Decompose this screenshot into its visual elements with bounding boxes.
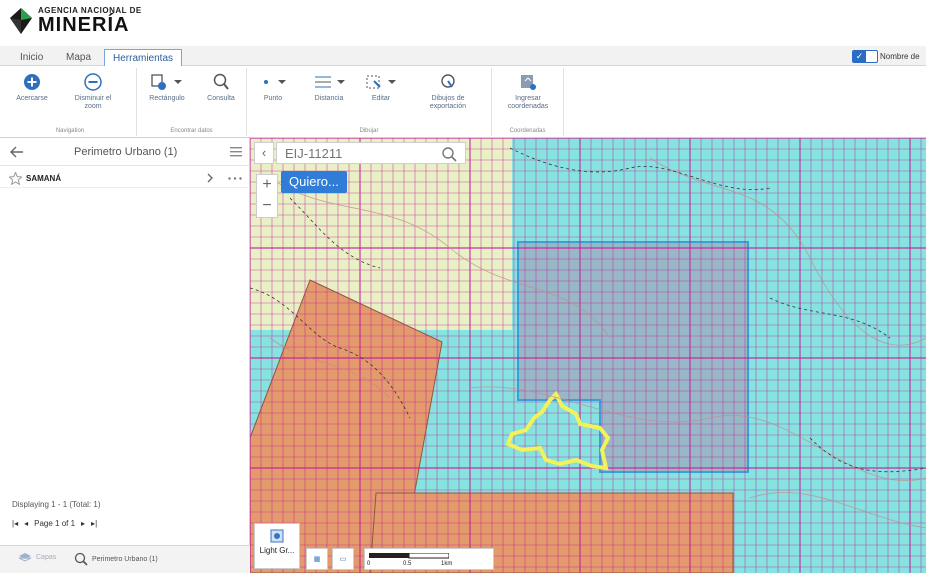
zoom-in-button[interactable]: Acercarse bbox=[10, 72, 54, 103]
distance-icon bbox=[315, 76, 345, 88]
tab-mapa[interactable]: Mapa bbox=[58, 49, 99, 66]
ribbon-group-label: Dibujar bbox=[359, 128, 379, 134]
display-count: Displaying 1 - 1 (Total: 1) bbox=[12, 500, 101, 509]
legend-button[interactable]: ▦ bbox=[306, 548, 328, 570]
ribbon-group-draw: Punto Distancia Editar Dibujos de export… bbox=[247, 68, 492, 136]
tab-capas[interactable]: Capas bbox=[18, 552, 56, 562]
logo-text-line2: MINERÍA bbox=[38, 14, 130, 36]
scale-label-0: 0 bbox=[367, 561, 371, 567]
check-icon: ✓ bbox=[853, 51, 866, 62]
result-item[interactable]: SAMANÁ bbox=[0, 168, 250, 188]
enter-coordinates-button[interactable]: Ingresar coordenadas bbox=[498, 72, 558, 111]
header: AGENCIA NACIONAL DE MINERÍA bbox=[0, 0, 926, 46]
results-panel: Perimetro Urbano (1) SAMANÁ Displaying 1… bbox=[0, 138, 250, 573]
tab-herramientas[interactable]: Herramientas bbox=[104, 49, 183, 66]
zoom-out-button[interactable]: Disminuir el zoom bbox=[66, 72, 120, 111]
labels-toggle[interactable]: ✓ bbox=[852, 50, 878, 63]
query-button[interactable]: Consulta bbox=[199, 72, 243, 103]
ribbon-group-navigation: Acercarse Disminuir el zoom Navigation bbox=[4, 68, 137, 136]
page-indicator: Page 1 of 1 bbox=[34, 518, 76, 528]
back-arrow-icon[interactable] bbox=[10, 146, 24, 158]
ribbon-group-coordinates: Ingresar coordenadas Coordenadas bbox=[492, 68, 564, 136]
result-item-name: SAMANÁ bbox=[26, 174, 62, 183]
last-page-button[interactable]: ▸| bbox=[91, 519, 97, 528]
zoom-out-icon bbox=[84, 73, 102, 91]
ribbon-group-label: Encontrar datos bbox=[170, 128, 213, 134]
measure-distance-button[interactable]: Distancia bbox=[303, 72, 355, 103]
labels-toggle-label: Nombre de bbox=[880, 52, 920, 61]
basemap-label: Light Gr... bbox=[259, 546, 295, 555]
map-zoom-controls: + − bbox=[256, 174, 278, 218]
main-tabs: Inicio Mapa Herramientas ✓ Nombre de bbox=[0, 46, 926, 66]
panel-bottom-tabs: Capas Perimetro Urbano (1) bbox=[0, 545, 250, 573]
point-icon bbox=[264, 80, 286, 84]
zoom-in-icon bbox=[24, 74, 40, 90]
rectangle-select-icon bbox=[151, 74, 182, 90]
overview-map-button[interactable]: ▭ bbox=[332, 548, 354, 570]
basemap-icon bbox=[270, 529, 284, 543]
results-panel-title: Perimetro Urbano (1) bbox=[74, 146, 178, 158]
map-search-input[interactable] bbox=[285, 145, 435, 161]
app-window: AGENCIA NACIONAL DE MINERÍA Inicio Mapa … bbox=[0, 0, 926, 573]
map-view[interactable]: ‹ + − Quiero... Light Gr... ▦ ▭ 0 0.5 1k… bbox=[250, 138, 926, 573]
parcel-yellow bbox=[250, 138, 512, 330]
collapse-panel-button[interactable]: ‹ bbox=[254, 142, 274, 164]
draw-point-button[interactable]: Punto bbox=[253, 72, 293, 103]
export-drawings-button[interactable]: Dibujos de exportación bbox=[419, 72, 477, 111]
tab-inicio[interactable]: Inicio bbox=[12, 49, 51, 66]
search-icon[interactable] bbox=[441, 146, 457, 162]
map-zoom-out-button[interactable]: − bbox=[257, 196, 277, 217]
more-options-icon[interactable] bbox=[228, 177, 242, 180]
query-icon bbox=[213, 73, 229, 90]
map-canvas bbox=[250, 138, 926, 573]
layers-icon bbox=[18, 553, 32, 562]
scale-bar-graphic bbox=[369, 553, 449, 559]
agency-logo-icon bbox=[10, 7, 32, 34]
scale-bar: 0 0.5 1km bbox=[364, 548, 494, 570]
menu-icon[interactable] bbox=[230, 147, 242, 157]
ribbon-group-label: Coordenadas bbox=[509, 128, 546, 134]
scale-label-end: 1km bbox=[441, 561, 453, 567]
chevron-right-icon[interactable] bbox=[206, 173, 214, 183]
results-panel-header: Perimetro Urbano (1) bbox=[0, 138, 250, 166]
pager: |◂ ◂ Page 1 of 1 ▸ ▸| bbox=[12, 516, 103, 530]
edit-icon bbox=[366, 75, 396, 89]
map-zoom-in-button[interactable]: + bbox=[257, 175, 277, 196]
export-drawings-icon bbox=[441, 74, 455, 88]
star-icon[interactable] bbox=[9, 172, 22, 185]
search-results-icon bbox=[74, 552, 88, 566]
ribbon-toolbar: Acercarse Disminuir el zoom Navigation R… bbox=[0, 66, 926, 138]
basemap-selector[interactable]: Light Gr... bbox=[254, 523, 300, 569]
parcel-gray bbox=[517, 241, 749, 473]
ribbon-group-label: Navigation bbox=[55, 128, 85, 134]
first-page-button[interactable]: |◂ bbox=[12, 519, 18, 528]
ribbon-group-find-data: Rectángulo Consulta Encontrar datos bbox=[137, 68, 247, 136]
coordinates-icon bbox=[521, 75, 536, 90]
edit-drawing-button[interactable]: Editar bbox=[359, 72, 403, 103]
rectangle-select-button[interactable]: Rectángulo bbox=[143, 72, 191, 103]
agency-logo: AGENCIA NACIONAL DE MINERÍA bbox=[10, 6, 142, 35]
map-search-box bbox=[276, 142, 466, 164]
prev-page-button[interactable]: ◂ bbox=[24, 519, 28, 528]
quiero-menu-button[interactable]: Quiero... bbox=[281, 171, 347, 193]
scale-label-mid: 0.5 bbox=[403, 561, 412, 567]
next-page-button[interactable]: ▸ bbox=[81, 519, 85, 528]
tab-perimetro-urbano[interactable]: Perimetro Urbano (1) bbox=[74, 552, 158, 566]
